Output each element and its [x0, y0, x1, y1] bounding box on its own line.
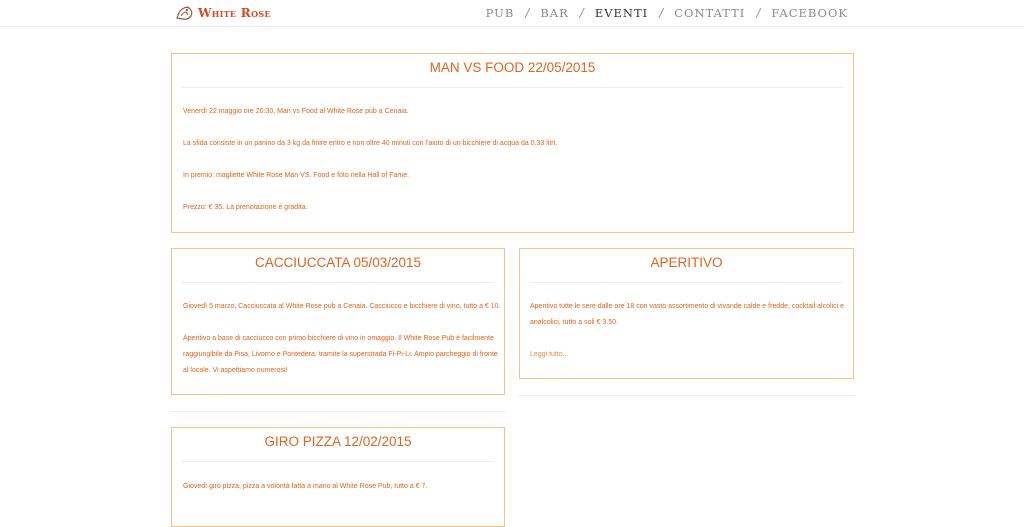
event-title[interactable]: CACCIUCCATA 05/03/2015	[172, 256, 504, 270]
title-divider	[182, 87, 843, 88]
event-paragraph: Aperitivo tutte le sere dalle ore 18 con…	[530, 303, 845, 310]
brand-name: White Rose	[198, 6, 271, 20]
event-paragraph: analcolici, tutto a soli € 3.50.	[530, 319, 618, 326]
rose-logo-icon	[176, 6, 193, 20]
nav-item-eventi[interactable]: EVENTI	[595, 6, 648, 20]
event-paragraph: al locale. Vi aspettiamo numerosi!	[183, 367, 288, 374]
event-paragraph: Aperitivo a base di cacciucco con primo …	[183, 335, 494, 342]
event-paragraph: La sfida consiste in un panino da 3 kg d…	[183, 140, 558, 147]
event-card-cacciuccata: CACCIUCCATA 05/03/2015 Giovedì 5 marzo, …	[171, 248, 505, 395]
title-divider	[182, 282, 494, 283]
nav-separator: /	[659, 6, 664, 20]
read-more-link[interactable]: Leggi tutto...	[530, 347, 569, 363]
event-title[interactable]: GIRO PIZZA 12/02/2015	[172, 435, 504, 449]
nav-item-contatti[interactable]: CONTATTI	[674, 6, 745, 20]
event-paragraph: In premio: magliette White Rose Man VS. …	[183, 172, 410, 179]
event-title[interactable]: APERITIVO	[520, 256, 853, 270]
event-card-aperitivo: APERITIVO Aperitivo tutte le sere dalle …	[519, 248, 854, 379]
card-bottom-rule	[170, 411, 506, 412]
nav-item-facebook[interactable]: FACEBOOK	[771, 6, 848, 20]
event-card-man-vs-food: MAN VS FOOD 22/05/2015 Venerdì 22 maggio…	[171, 53, 854, 233]
event-paragraph: Venerdì 22 maggio ore 20:30, Man vs Food…	[183, 108, 409, 115]
title-divider	[530, 282, 843, 283]
event-paragraph: Prezzo: € 35. La prenotazione è gradita.	[183, 204, 308, 211]
nav-item-bar[interactable]: BAR	[540, 6, 568, 20]
logo[interactable]: White Rose	[175, 4, 271, 22]
event-title[interactable]: MAN VS FOOD 22/05/2015	[172, 61, 853, 75]
title-divider	[182, 461, 494, 462]
event-paragraph: Giovedì giro pizza, pizza a volontà fatt…	[183, 483, 428, 490]
nav-item-pub[interactable]: PUB	[486, 6, 515, 20]
event-card-giro-pizza: GIRO PIZZA 12/02/2015 Giovedì giro pizza…	[171, 427, 505, 527]
event-paragraph: raggiungibile da Pisa, Livorno e Pontede…	[183, 351, 498, 358]
nav-separator: /	[756, 6, 761, 20]
event-paragraph: Giovedì 5 marzo, Cacciuccata al White Ro…	[183, 303, 501, 310]
card-bottom-rule	[518, 395, 855, 396]
site-header: White Rose PUB / BAR / EVENTI / CONTATTI…	[0, 0, 1024, 27]
nav-separator: /	[525, 6, 530, 20]
main-nav: PUB / BAR / EVENTI / CONTATTI / FACEBOOK	[486, 6, 848, 20]
nav-separator: /	[579, 6, 584, 20]
